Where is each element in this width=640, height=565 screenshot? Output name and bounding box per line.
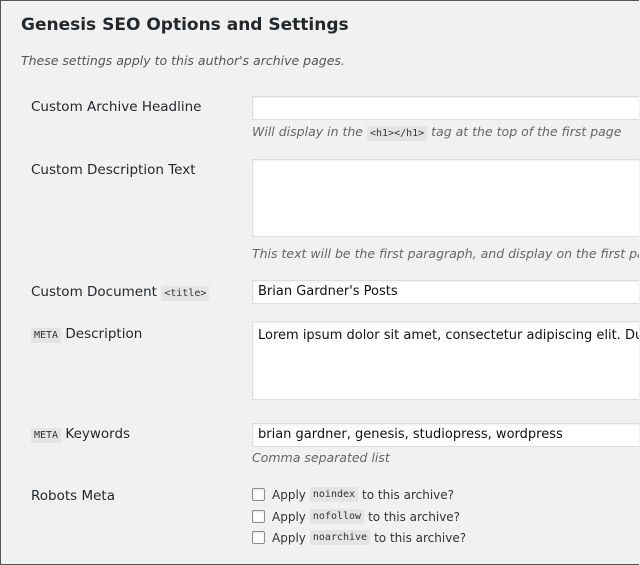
option-suffix: to this archive?	[374, 530, 467, 545]
nofollow-checkbox[interactable]	[252, 510, 265, 523]
noarchive-checkbox[interactable]	[252, 531, 265, 544]
seo-settings-panel: Genesis SEO Options and Settings These s…	[0, 0, 639, 565]
archive-headline-desc-before: Will display in the	[252, 124, 363, 139]
meta-keywords-label-text: Keywords	[65, 426, 131, 442]
noarchive-code: noarchive	[309, 530, 371, 545]
description-text-help: This text will be the first paragraph, a…	[252, 246, 639, 261]
nofollow-code: nofollow	[309, 509, 365, 524]
robots-meta-label: Robots Meta	[31, 488, 115, 504]
section-title: Genesis SEO Options and Settings	[21, 15, 349, 35]
noindex-checkbox[interactable]	[252, 488, 265, 501]
option-prefix: Apply	[272, 530, 306, 545]
meta-keywords-label: META Keywords	[31, 426, 131, 443]
option-prefix: Apply	[272, 487, 306, 502]
noarchive-option[interactable]: Apply noarchive to this archive?	[252, 530, 466, 545]
meta-description-textarea[interactable]: Lorem ipsum dolor sit amet, consectetur …	[252, 321, 639, 400]
archive-headline-description: Will display in the <h1></h1> tag at the…	[252, 124, 622, 141]
option-suffix: to this archive?	[362, 487, 455, 502]
option-suffix: to this archive?	[368, 509, 461, 524]
meta-description-label: META Description	[31, 326, 143, 343]
document-title-label: Custom Document <title>	[31, 284, 210, 301]
description-text-label: Custom Description Text	[31, 162, 196, 178]
meta-description-label-text: Description	[65, 326, 143, 342]
h1-code-tag: <h1></h1>	[366, 126, 428, 141]
description-text-textarea[interactable]	[252, 159, 639, 237]
archive-headline-label: Custom Archive Headline	[31, 99, 202, 115]
document-title-input[interactable]: Brian Gardner's Posts	[252, 280, 639, 304]
option-prefix: Apply	[272, 509, 306, 524]
section-subtitle: These settings apply to this author's ar…	[21, 53, 345, 68]
meta-code-tag: META	[31, 428, 62, 443]
noindex-option[interactable]: Apply noindex to this archive?	[252, 487, 454, 502]
nofollow-option[interactable]: Apply nofollow to this archive?	[252, 509, 460, 524]
archive-headline-desc-after: tag at the top of the first page	[431, 124, 622, 139]
document-title-label-text: Custom Document	[31, 284, 157, 300]
meta-code-tag: META	[31, 328, 62, 343]
noindex-code: noindex	[309, 487, 359, 502]
meta-keywords-input[interactable]: brian gardner, genesis, studiopress, wor…	[252, 423, 639, 447]
title-code-tag: <title>	[161, 286, 210, 301]
meta-keywords-help: Comma separated list	[252, 450, 390, 465]
archive-headline-input[interactable]	[252, 96, 639, 120]
